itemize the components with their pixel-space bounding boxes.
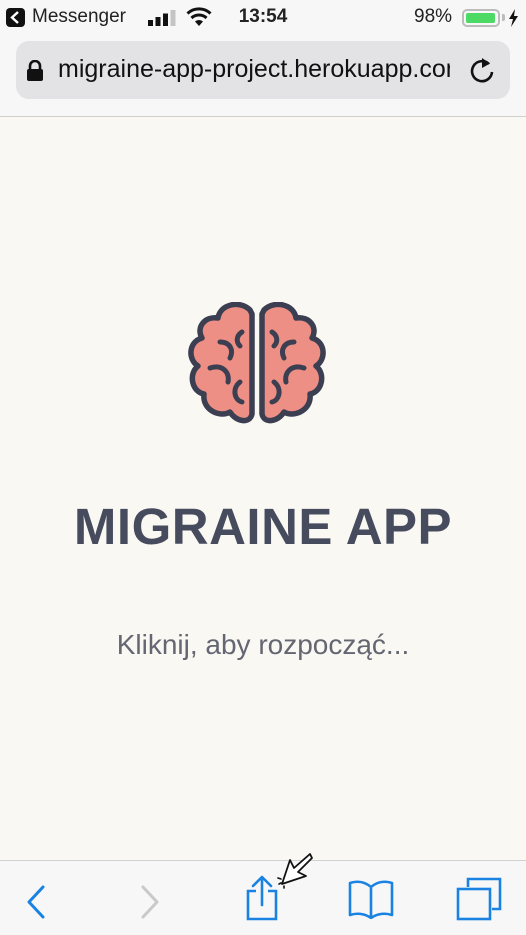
battery-cap: [502, 14, 505, 21]
charging-icon: [509, 9, 518, 27]
back-icon[interactable]: [26, 885, 46, 919]
bookmarks-icon[interactable]: [348, 879, 394, 919]
address-bar[interactable]: migraine-app-project.herokuapp.com: [16, 41, 510, 99]
share-icon[interactable]: [244, 875, 280, 921]
battery-percentage: 98%: [414, 6, 453, 27]
url-text[interactable]: migraine-app-project.herokuapp.com: [58, 55, 450, 84]
pointer-cursor-icon: [277, 853, 313, 889]
forward-icon[interactable]: [140, 885, 160, 919]
battery-icon: [462, 9, 500, 27]
start-prompt[interactable]: Kliknij, aby rozpocząć...: [0, 629, 526, 661]
app-title: MIGRAINE APP: [73, 498, 453, 555]
lock-icon: [27, 60, 43, 81]
reload-icon[interactable]: [468, 55, 496, 85]
browser-chrome: migraine-app-project.herokuapp.com: [0, 36, 526, 117]
tabs-icon[interactable]: [456, 877, 502, 921]
page-content[interactable]: MIGRAINE APP Kliknij, aby rozpocząć...: [0, 117, 526, 860]
battery-level: [466, 13, 495, 23]
brain-icon: [188, 302, 326, 424]
browser-toolbar: [0, 860, 526, 935]
status-bar: Messenger 13:54 98%: [0, 0, 526, 36]
